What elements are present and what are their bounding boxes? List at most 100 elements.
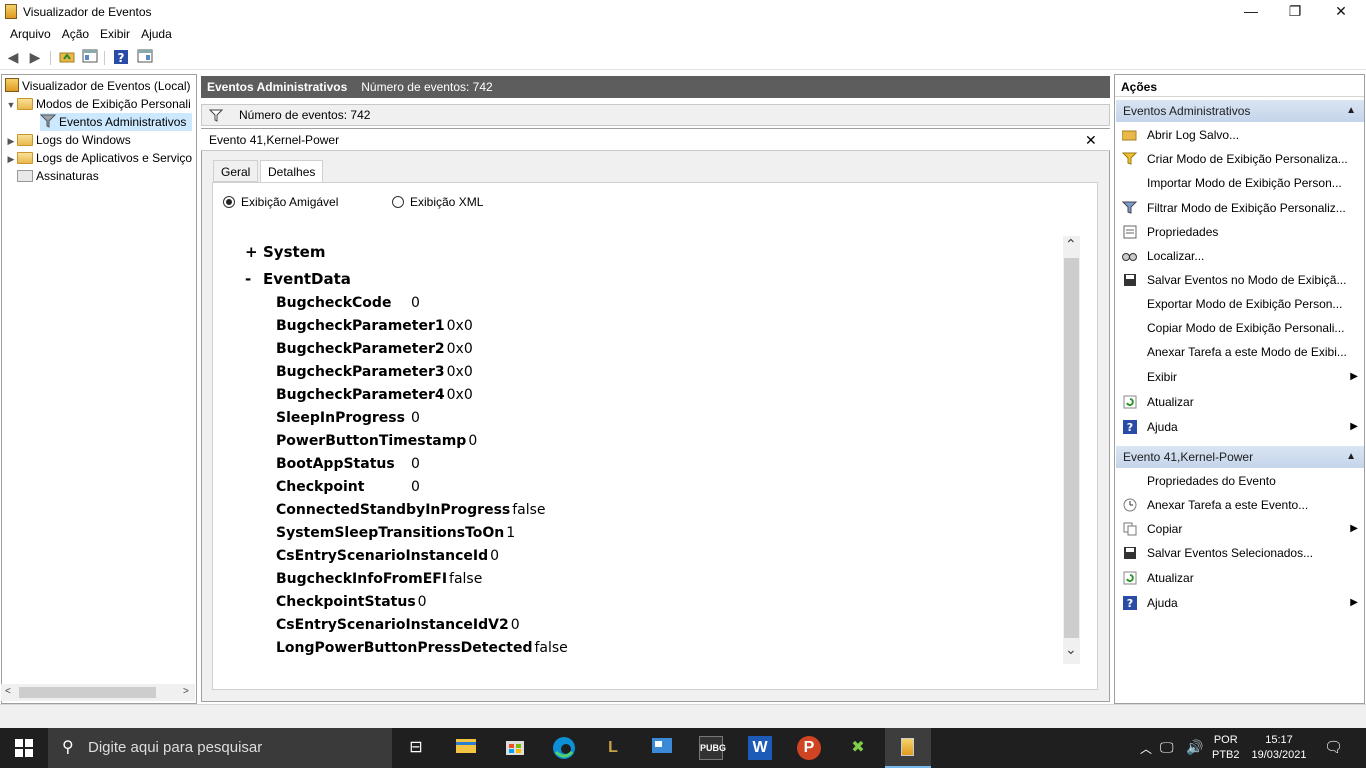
menu-exibir[interactable]: Exibir xyxy=(96,24,137,44)
keyboard-layout: PTB2 xyxy=(1212,749,1240,761)
eventdata-node[interactable]: - EventData xyxy=(245,270,351,288)
show-hide-console-tree-icon[interactable] xyxy=(81,49,99,66)
control-panel-icon[interactable] xyxy=(650,736,674,760)
attach-task-icon xyxy=(1122,498,1137,512)
action-items2-2[interactable]: Copiar ▶ xyxy=(1116,518,1364,540)
param-value: 0 xyxy=(417,594,427,610)
action-items1-7[interactable]: Exportar Modo de Exibição Person... xyxy=(1116,293,1364,315)
taskbar-clock[interactable]: 15:17 19/03/2021 xyxy=(1248,733,1310,763)
event-param-row: Checkpoint 0 xyxy=(276,479,420,495)
collapse-up-icon[interactable]: ▲ xyxy=(1346,100,1356,122)
center-header-count: Número de eventos: 742 xyxy=(361,80,493,94)
param-name: SleepInProgress xyxy=(276,410,405,426)
chevron-down-icon[interactable]: ▼ xyxy=(5,96,17,114)
collapse-toggle[interactable]: - xyxy=(245,270,263,288)
show-hidden-icons-chevron-icon[interactable]: ︿ xyxy=(1140,740,1152,757)
scroll-right-icon[interactable]: > xyxy=(183,686,189,697)
action-items1-11[interactable]: Atualizar xyxy=(1116,391,1364,413)
powerpoint-icon[interactable]: P xyxy=(797,736,821,760)
file-explorer-icon[interactable] xyxy=(454,736,478,760)
word-icon[interactable]: W xyxy=(748,736,772,760)
collapse-up-icon[interactable]: ▲ xyxy=(1346,446,1356,468)
radio-xml-view[interactable]: Exibição XML xyxy=(392,195,483,209)
windows-start-icon[interactable] xyxy=(14,738,34,761)
action-items1-12[interactable]: ? Ajuda ▶ xyxy=(1116,416,1364,438)
filter-icon xyxy=(39,114,57,128)
event-viewer-taskbar-button[interactable] xyxy=(885,728,931,768)
tree-item-app-logs[interactable]: ▶ Logs de Aplicativos e Serviço xyxy=(5,149,195,167)
action-label: Ajuda xyxy=(1147,420,1178,434)
close-details-icon[interactable]: ✕ xyxy=(1085,129,1097,151)
event-param-row: PowerButtonTimestamp 0 xyxy=(276,433,477,449)
back-arrow-icon[interactable]: ◀ xyxy=(4,49,22,66)
action-label: Salvar Eventos Selecionados... xyxy=(1147,546,1314,560)
network-icon[interactable]: 🖵 xyxy=(1160,739,1174,756)
action-center-icon[interactable]: 🗨 xyxy=(1324,738,1343,756)
radio-friendly-view[interactable]: Exibição Amigável xyxy=(223,195,338,209)
action-items1-0[interactable]: Abrir Log Salvo... xyxy=(1116,124,1364,146)
menu-arquivo[interactable]: Arquivo xyxy=(6,24,58,44)
close-window-button[interactable]: ✕ xyxy=(1318,0,1364,24)
task-view-icon[interactable]: ⊟ xyxy=(404,736,428,760)
param-name: CsEntryScenarioInstanceIdV2 xyxy=(276,617,509,633)
radio-unselected-icon[interactable] xyxy=(392,196,404,208)
scroll-up-icon[interactable]: ⌃ xyxy=(1065,236,1077,253)
action-items1-6[interactable]: Salvar Eventos no Modo de Exibiçã... xyxy=(1116,269,1364,291)
tree-item-windows-logs[interactable]: ▶ Logs do Windows xyxy=(5,131,131,149)
microsoft-store-icon[interactable] xyxy=(503,736,527,760)
scroll-left-icon[interactable]: < xyxy=(5,686,11,697)
actions-section-event[interactable]: Evento 41,Kernel-Power ▲ xyxy=(1116,446,1364,468)
action-items1-4[interactable]: Propriedades xyxy=(1116,221,1364,243)
show-hide-action-pane-icon[interactable] xyxy=(136,49,154,66)
up-folder-icon[interactable] xyxy=(58,49,76,66)
taskbar-search-box[interactable]: ⚲ Digite aqui para pesquisar xyxy=(48,728,392,768)
action-items1-3[interactable]: Filtrar Modo de Exibição Personaliz... xyxy=(1116,197,1364,219)
expand-toggle[interactable]: + xyxy=(245,243,263,261)
action-items1-2[interactable]: Importar Modo de Exibição Person... xyxy=(1116,172,1364,194)
xbox-icon[interactable]: ✖ xyxy=(846,736,870,760)
scrollbar-thumb[interactable] xyxy=(1064,258,1079,638)
param-name: PowerButtonTimestamp xyxy=(276,433,467,449)
radio-selected-icon[interactable] xyxy=(223,196,235,208)
save-icon xyxy=(1122,546,1137,560)
tree-horizontal-scrollbar[interactable]: < > xyxy=(1,684,195,701)
menu-ajuda[interactable]: Ajuda xyxy=(137,24,179,44)
help-icon[interactable]: ? xyxy=(112,49,130,66)
action-items1-1[interactable]: Criar Modo de Exibição Personaliza... xyxy=(1116,148,1364,170)
input-language-indicator[interactable]: POR PTB2 xyxy=(1212,733,1240,763)
tree-item-subscriptions[interactable]: Assinaturas xyxy=(17,167,99,185)
action-items2-1[interactable]: Anexar Tarefa a este Evento... xyxy=(1116,494,1364,516)
action-items1-10[interactable]: Exibir ▶ xyxy=(1116,366,1364,388)
league-of-legends-icon[interactable]: L xyxy=(601,736,625,760)
pubg-icon[interactable]: PUBG xyxy=(699,736,726,760)
param-value: 0 xyxy=(510,617,520,633)
param-value: 0 xyxy=(411,479,420,495)
tab-detalhes[interactable]: Detalhes xyxy=(260,160,324,183)
action-items2-0[interactable]: Propriedades do Evento xyxy=(1116,470,1364,492)
svg-text:?: ? xyxy=(1126,597,1132,610)
title-bar: Visualizador de Eventos — ❐ ✕ xyxy=(0,0,1366,24)
tab-geral[interactable]: Geral xyxy=(213,160,259,182)
action-items1-9[interactable]: Anexar Tarefa a este Modo de Exibi... xyxy=(1116,341,1364,363)
action-items2-3[interactable]: Salvar Eventos Selecionados... xyxy=(1116,542,1364,564)
actions-section-admin-events[interactable]: Eventos Administrativos ▲ xyxy=(1116,100,1364,122)
edge-browser-icon[interactable] xyxy=(552,736,576,760)
tree-root[interactable]: Visualizador de Eventos (Local) xyxy=(5,77,191,95)
tree-item-custom-views[interactable]: ▼ Modos de Exibição Personali xyxy=(5,95,191,113)
minimize-button[interactable]: — xyxy=(1228,0,1274,24)
tree-item-admin-events[interactable]: Eventos Administrativos xyxy=(39,113,193,131)
forward-arrow-icon[interactable]: ▶ xyxy=(26,49,44,66)
chevron-right-icon[interactable]: ▶ xyxy=(5,150,17,167)
system-node[interactable]: + System xyxy=(245,243,325,261)
scrollbar-thumb[interactable] xyxy=(19,687,156,698)
action-items2-5[interactable]: ? Ajuda ▶ xyxy=(1116,592,1364,614)
volume-icon[interactable]: 🔊 xyxy=(1186,739,1203,756)
chevron-right-icon[interactable]: ▶ xyxy=(5,132,17,150)
scroll-down-icon[interactable]: ⌄ xyxy=(1065,641,1077,658)
event-param-row: SystemSleepTransitionsToOn 1 xyxy=(276,525,515,541)
action-items1-8[interactable]: Copiar Modo de Exibição Personali... xyxy=(1116,317,1364,339)
action-items1-5[interactable]: Localizar... xyxy=(1116,245,1364,267)
menu-acao[interactable]: Ação xyxy=(58,24,96,44)
maximize-button[interactable]: ❐ xyxy=(1272,0,1318,24)
action-items2-4[interactable]: Atualizar xyxy=(1116,567,1364,589)
